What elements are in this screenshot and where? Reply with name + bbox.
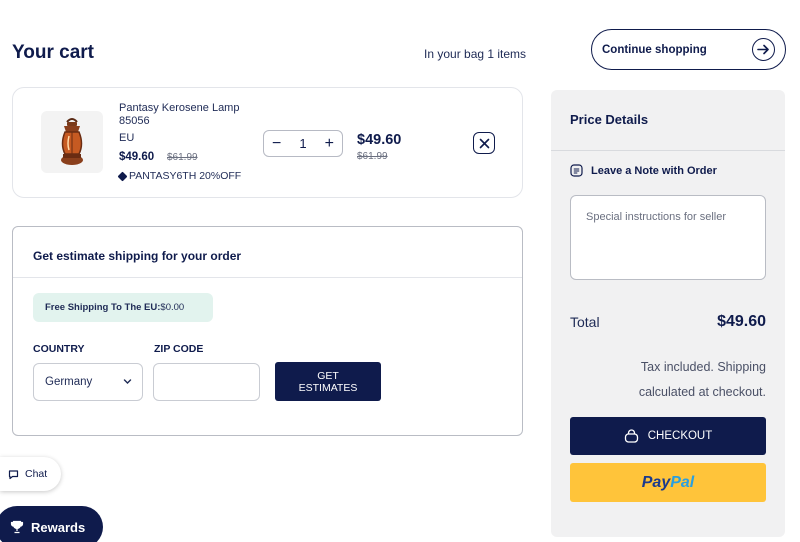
chat-button[interactable]: Chat <box>0 457 61 491</box>
total-label: Total <box>570 314 600 330</box>
shipping-estimator: Get estimate shipping for your order Fre… <box>12 226 523 436</box>
get-estimates-button[interactable]: GET ESTIMATES <box>275 362 381 401</box>
tax-note: Tax included. Shipping calculated at che… <box>638 360 766 399</box>
product-variant: EU <box>119 132 135 144</box>
free-shipping-value: $0.00 <box>160 302 185 313</box>
rewards-button[interactable]: Rewards <box>0 506 103 542</box>
checkout-label: CHECKOUT <box>647 430 713 442</box>
free-shipping-badge: Free Shipping To The EU: $0.00 <box>33 293 213 322</box>
rewards-label: Rewards <box>31 519 86 535</box>
zip-label: ZIP CODE <box>154 343 204 355</box>
line-compare-price: $61.99 <box>357 151 388 162</box>
country-select[interactable]: Germany <box>33 363 143 401</box>
tag-icon <box>117 171 128 181</box>
paypal-logo-part2: Pal <box>670 473 695 491</box>
continue-shopping-label: Continue shopping <box>602 43 707 56</box>
product-name[interactable]: Pantasy Kerosene Lamp 85056 <box>119 102 259 128</box>
paypal-logo-part1: Pay <box>641 473 671 491</box>
chevron-down-icon <box>123 379 132 384</box>
divider <box>551 150 785 151</box>
zip-input[interactable] <box>153 363 260 401</box>
discount-badge: PANTASY6TH 20%OFF <box>117 170 242 182</box>
chat-icon <box>8 469 19 479</box>
bag-count: In your bag 1 items <box>424 47 527 61</box>
discount-code: PANTASY6TH 20%OFF <box>129 170 242 182</box>
trophy-icon <box>10 520 24 534</box>
lamp-image <box>61 118 83 165</box>
price-details-panel: Price Details Leave a Note with Order To… <box>551 90 785 537</box>
get-estimates-label: GET ESTIMATES <box>298 369 358 394</box>
close-icon <box>479 138 489 148</box>
remove-item-button[interactable] <box>473 132 495 154</box>
divider <box>13 277 522 278</box>
total-value: $49.60 <box>717 313 766 330</box>
order-note-label: Leave a Note with Order <box>591 164 717 177</box>
product-price: $49.60 <box>119 151 155 163</box>
product-compare-price: $61.99 <box>167 152 198 163</box>
minus-icon[interactable]: − <box>272 135 281 152</box>
order-note-toggle[interactable]: Leave a Note with Order <box>570 164 717 177</box>
country-value: Germany <box>45 376 93 388</box>
country-label: COUNTRY <box>33 343 85 355</box>
quantity-value[interactable]: 1 <box>299 136 306 151</box>
line-price: $49.60 <box>357 132 402 148</box>
free-shipping-label: Free Shipping To The EU: <box>45 302 161 313</box>
page-title: Your cart <box>12 42 95 63</box>
checkout-button[interactable]: CHECKOUT <box>570 417 766 455</box>
bag-icon <box>624 429 638 443</box>
chat-label: Chat <box>25 468 48 480</box>
cart-item: Pantasy Kerosene Lamp 85056 EU $49.60 $6… <box>12 87 523 198</box>
shipping-title: Get estimate shipping for your order <box>33 249 242 263</box>
quantity-stepper: − 1 + <box>263 130 343 157</box>
price-details-title: Price Details <box>570 112 649 127</box>
arrow-right-icon <box>752 38 775 61</box>
paypal-button[interactable]: Pay Pal <box>570 463 766 502</box>
order-note-input[interactable] <box>570 195 766 280</box>
note-icon <box>570 164 583 177</box>
plus-icon[interactable]: + <box>325 135 334 152</box>
product-image[interactable] <box>41 111 103 173</box>
continue-shopping-button[interactable]: Continue shopping <box>591 29 786 70</box>
